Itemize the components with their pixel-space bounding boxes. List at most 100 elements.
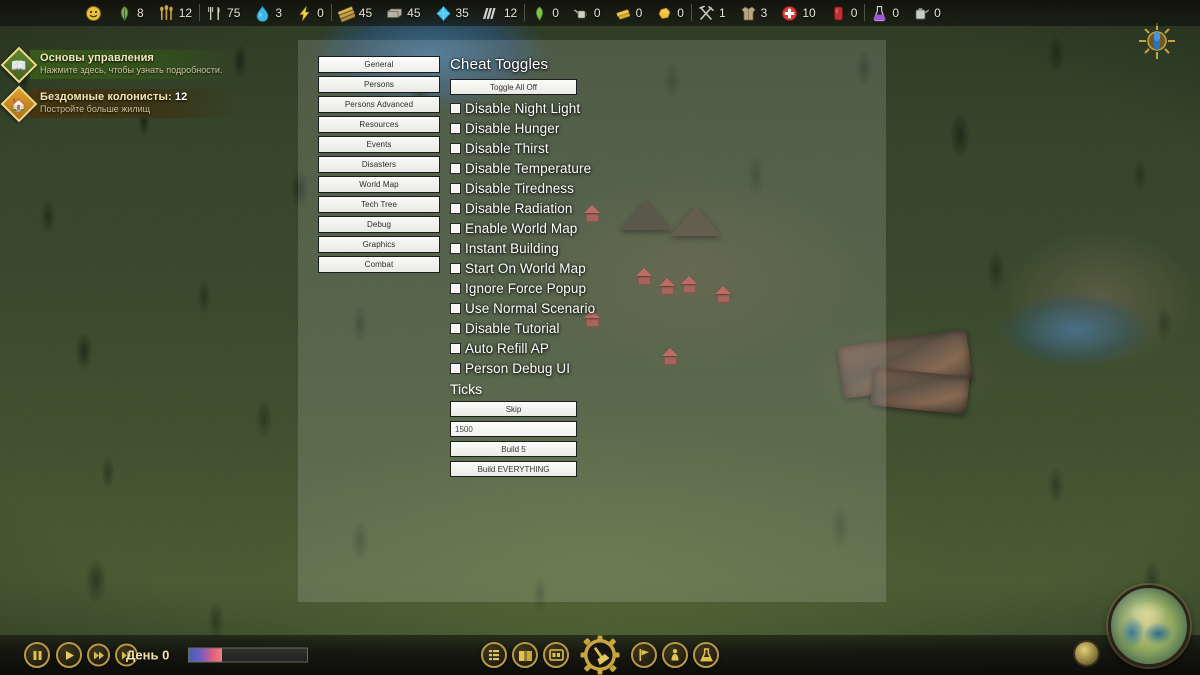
cheat-toggle-auto-refill-ap[interactable]: Auto Refill AP: [450, 339, 730, 357]
cheat-tab-persons[interactable]: Persons: [318, 76, 440, 93]
cheat-toggle-disable-radiation[interactable]: Disable Radiation: [450, 199, 730, 217]
notification-title-text: Бездомные колонисты:: [40, 91, 172, 103]
cheat-tab-combat[interactable]: Combat: [318, 256, 440, 273]
resource-crops[interactable]: 12: [151, 0, 199, 26]
checkbox-icon[interactable]: [450, 162, 461, 174]
cheat-toggle-disable-thirst[interactable]: Disable Thirst: [450, 139, 730, 157]
build-everything-button[interactable]: Build EVERYTHING: [450, 461, 577, 477]
cheat-toggle-ignore-force-popup[interactable]: Ignore Force Popup: [450, 279, 730, 297]
checkbox-icon[interactable]: [450, 242, 461, 254]
inventory-button[interactable]: [543, 642, 569, 668]
resource-gold-ingot[interactable]: 0: [608, 0, 650, 26]
resource-crystal[interactable]: 35: [428, 0, 476, 26]
resource-clothing[interactable]: 3: [733, 0, 775, 26]
cheat-toggle-label: Disable Tiredness: [465, 180, 575, 196]
resource-medicine[interactable]: 10: [774, 0, 822, 26]
resource-potion[interactable]: 0: [864, 0, 906, 26]
resource-value: 10: [802, 6, 816, 20]
checkbox-icon[interactable]: [450, 202, 461, 214]
resource-value: 3: [760, 6, 768, 20]
checkbox-icon[interactable]: [450, 142, 461, 154]
cheat-tab-resources[interactable]: Resources: [318, 116, 440, 133]
cheat-tab-disasters[interactable]: Disasters: [318, 156, 440, 173]
leaf-food-icon: [116, 5, 133, 22]
blood-pack-icon: [830, 5, 847, 22]
cheat-tab-world-map[interactable]: World Map: [318, 176, 440, 193]
smiley-icon: [85, 5, 102, 22]
world-globe-minimap[interactable]: [1108, 585, 1190, 667]
resource-value: 75: [227, 6, 241, 20]
cheat-tab-graphics[interactable]: Graphics: [318, 236, 440, 253]
resource-water[interactable]: 3: [247, 0, 289, 26]
resource-gold-nugget[interactable]: 0: [649, 0, 691, 26]
build-gear-button[interactable]: [580, 635, 620, 675]
resource-metal[interactable]: 12: [476, 0, 524, 26]
cheat-tab-debug[interactable]: Debug: [318, 216, 440, 233]
skip-button[interactable]: Skip: [450, 401, 577, 417]
play-button[interactable]: [56, 642, 82, 668]
cheat-toggle-label: Instant Building: [465, 240, 559, 256]
cheat-tab-persons-advanced[interactable]: Persons Advanced: [318, 96, 440, 113]
cheat-toggle-disable-night-light[interactable]: Disable Night Light: [450, 99, 730, 117]
checkbox-icon[interactable]: [450, 322, 461, 334]
resource-tools[interactable]: 1: [690, 0, 733, 26]
resource-fuel[interactable]: 0: [906, 0, 948, 26]
cheat-tab-tech-tree[interactable]: Tech Tree: [318, 196, 440, 213]
cheat-toggle-use-normal-scenario[interactable]: Use Normal Scenario: [450, 299, 730, 317]
notification-homeless-colonists[interactable]: 🏠 Бездомные колонисты: 12 Постройте боль…: [0, 85, 238, 122]
cheat-toggle-label: Auto Refill AP: [465, 340, 549, 356]
expedition-flag-button[interactable]: [631, 642, 657, 668]
checkbox-icon[interactable]: [450, 342, 461, 354]
cheat-tab-events[interactable]: Events: [318, 136, 440, 153]
notification-tutorial-basics[interactable]: 📖 Основы управления Нажмите здесь, чтобы…: [0, 46, 238, 83]
list-overview-button[interactable]: [481, 642, 507, 668]
resource-food[interactable]: 8: [109, 0, 151, 26]
build-5-button[interactable]: Build 5: [450, 441, 577, 457]
cheat-toggle-label: Disable Hunger: [465, 120, 560, 136]
fast-forward-button[interactable]: [87, 643, 110, 667]
production-button[interactable]: [662, 642, 688, 668]
bottom-toolbar: День 0: [0, 585, 1200, 675]
pause-button[interactable]: [24, 642, 50, 668]
cheat-toggle-enable-world-map[interactable]: Enable World Map: [450, 219, 730, 237]
checkbox-icon[interactable]: [450, 102, 461, 114]
local-minimap[interactable]: [1073, 640, 1100, 667]
checkbox-icon[interactable]: [450, 222, 461, 234]
resource-fertilizer[interactable]: 0: [566, 0, 608, 26]
compass-icon[interactable]: [1136, 20, 1178, 62]
hammer-pick-icon: [698, 5, 715, 22]
metal-bars-icon: [482, 5, 500, 22]
resource-meals[interactable]: 75: [199, 0, 247, 26]
resource-value: 0: [317, 6, 324, 20]
resource-value: 35: [455, 6, 469, 20]
checkbox-icon[interactable]: [450, 122, 461, 134]
cheat-toggle-start-on-world-map[interactable]: Start On World Map: [450, 259, 730, 277]
cheat-toggle-person-debug-ui[interactable]: Person Debug UI: [450, 359, 730, 377]
cheat-menu-panel: General Persons Persons Advanced Resources E…: [298, 40, 886, 602]
checkbox-icon[interactable]: [450, 182, 461, 194]
cheat-toggle-label: Disable Tutorial: [465, 320, 560, 336]
cheat-toggle-disable-temperature[interactable]: Disable Temperature: [450, 159, 730, 177]
resource-blood[interactable]: 0: [823, 0, 865, 26]
cheat-toggle-instant-building[interactable]: Instant Building: [450, 239, 730, 257]
checkbox-icon[interactable]: [450, 302, 461, 314]
resource-energy[interactable]: 0: [289, 0, 331, 26]
colonists-book-button[interactable]: [512, 642, 538, 668]
resource-value: 3: [275, 6, 283, 20]
wood-planks-icon: [337, 5, 356, 22]
ticks-input[interactable]: 1500: [450, 421, 577, 437]
cheat-toggle-disable-tiredness[interactable]: Disable Tiredness: [450, 179, 730, 197]
cheat-toggle-disable-hunger[interactable]: Disable Hunger: [450, 119, 730, 137]
checkbox-icon[interactable]: [450, 282, 461, 294]
checkbox-icon[interactable]: [450, 262, 461, 274]
toggle-all-off-button[interactable]: Toggle All Off: [450, 79, 577, 95]
research-flask-button[interactable]: [693, 642, 719, 668]
cheat-toggle-label: Use Normal Scenario: [465, 300, 596, 316]
checkbox-icon[interactable]: [450, 362, 461, 374]
cheat-tab-general[interactable]: General: [318, 56, 440, 73]
resource-stone[interactable]: 45: [379, 0, 427, 26]
resource-happiness[interactable]: [78, 0, 109, 26]
cheat-toggle-disable-tutorial[interactable]: Disable Tutorial: [450, 319, 730, 337]
resource-herbs[interactable]: 0: [524, 0, 566, 26]
resource-wood[interactable]: 45: [330, 0, 379, 26]
